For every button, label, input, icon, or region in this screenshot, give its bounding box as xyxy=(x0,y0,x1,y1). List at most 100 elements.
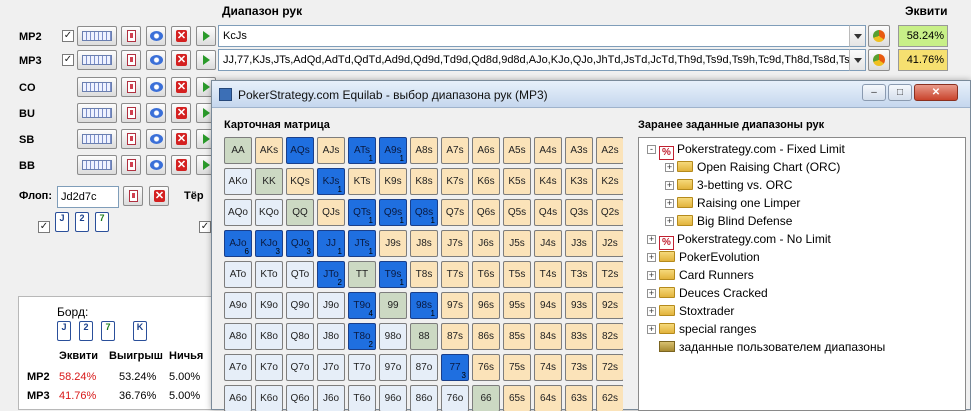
hand-cell[interactable]: Q6o xyxy=(286,385,314,411)
single-card-button[interactable] xyxy=(121,103,141,123)
hand-cell[interactable]: Q9o xyxy=(286,292,314,319)
hand-cell[interactable]: JTs 1 xyxy=(348,230,376,257)
hand-cell[interactable]: Q6s xyxy=(472,199,500,226)
tree-item[interactable]: PokerEvolution xyxy=(659,249,760,266)
tree-expander[interactable]: + xyxy=(647,289,656,298)
hand-cell[interactable]: A4s xyxy=(534,137,562,164)
hand-cell[interactable]: K4s xyxy=(534,168,562,195)
hand-cell[interactable]: 82s xyxy=(596,323,623,350)
hand-cell[interactable]: 66 xyxy=(472,385,500,411)
hand-cell[interactable]: J7o xyxy=(317,354,345,381)
hand-cell[interactable]: Q3s xyxy=(565,199,593,226)
hand-cell[interactable]: 72s xyxy=(596,354,623,381)
hand-cell[interactable]: Q2s xyxy=(596,199,623,226)
flop-clear-button[interactable]: ✕ xyxy=(149,186,169,206)
tree-item[interactable]: Open Raising Chart (ORC) xyxy=(677,159,840,176)
flop-input[interactable]: Jd2d7c xyxy=(57,186,119,208)
equity-chart-button[interactable] xyxy=(868,25,890,47)
random-hand-button[interactable] xyxy=(146,129,166,149)
hand-cell[interactable]: K8o xyxy=(255,323,283,350)
clear-button[interactable]: ✕ xyxy=(171,103,191,123)
hand-cell[interactable]: 97o xyxy=(379,354,407,381)
card-selector-button[interactable] xyxy=(77,50,117,70)
hand-cell[interactable]: 64s xyxy=(534,385,562,411)
hand-cell[interactable]: 94s xyxy=(534,292,562,319)
hand-cell[interactable]: J6o xyxy=(317,385,345,411)
hand-cell[interactable]: KQo xyxy=(255,199,283,226)
hand-cell[interactable]: 93s xyxy=(565,292,593,319)
hand-cell[interactable]: K9s xyxy=(379,168,407,195)
hand-cell[interactable]: J9o xyxy=(317,292,345,319)
hand-cell[interactable]: T8o 2 xyxy=(348,323,376,350)
hand-cell[interactable]: JJ 1 xyxy=(317,230,345,257)
player-checkbox[interactable]: ✓ xyxy=(62,30,74,42)
random-hand-button[interactable] xyxy=(146,50,166,70)
hand-cell[interactable]: J3s xyxy=(565,230,593,257)
hand-cell[interactable]: KTo xyxy=(255,261,283,288)
hand-cell[interactable]: A6o xyxy=(224,385,252,411)
tree-expander[interactable]: + xyxy=(647,235,656,244)
hand-cell[interactable]: J4s xyxy=(534,230,562,257)
hand-cell[interactable]: QQ xyxy=(286,199,314,226)
hand-cell[interactable]: A8o xyxy=(224,323,252,350)
hand-cell[interactable]: A2s xyxy=(596,137,623,164)
tree-item[interactable]: % Pokerstrategy.com - No Limit xyxy=(659,231,831,250)
hand-cell[interactable]: 99 xyxy=(379,292,407,319)
hand-cell[interactable]: KJo 3 xyxy=(255,230,283,257)
hand-cell[interactable]: Q7o xyxy=(286,354,314,381)
hand-cell[interactable]: J7s xyxy=(441,230,469,257)
random-hand-button[interactable] xyxy=(146,155,166,175)
hand-cell[interactable]: 95s xyxy=(503,292,531,319)
hand-cell[interactable]: J6s xyxy=(472,230,500,257)
hand-cell[interactable]: A6s xyxy=(472,137,500,164)
hand-cell[interactable]: T3s xyxy=(565,261,593,288)
tree-item[interactable]: Big Blind Defense xyxy=(677,213,792,230)
hand-cell[interactable]: 87o xyxy=(410,354,438,381)
hand-cell[interactable]: T6o xyxy=(348,385,376,411)
hand-cell[interactable]: 96s xyxy=(472,292,500,319)
tree-expander[interactable]: + xyxy=(647,307,656,316)
hand-cell[interactable]: K6s xyxy=(472,168,500,195)
hand-cell[interactable]: T9s 1 xyxy=(379,261,407,288)
hand-cell[interactable]: 87s xyxy=(441,323,469,350)
hand-cell[interactable]: K6o xyxy=(255,385,283,411)
hand-cell[interactable]: 76o xyxy=(441,385,469,411)
close-button[interactable]: ✕ xyxy=(914,84,958,101)
hand-cell[interactable]: 85s xyxy=(503,323,531,350)
range-input[interactable]: JJ,77,KJs,JTs,AdQd,AdTd,QdTd,Ad9d,Qd9d,T… xyxy=(218,49,850,71)
card-selector-button[interactable] xyxy=(77,129,117,149)
hand-cell[interactable]: Q5s xyxy=(503,199,531,226)
hand-cell[interactable]: JTo 2 xyxy=(317,261,345,288)
hand-cell[interactable]: K7o xyxy=(255,354,283,381)
player-checkbox[interactable]: ✓ xyxy=(62,54,74,66)
tree-item[interactable]: Stoxtrader xyxy=(659,303,734,320)
hand-cell[interactable]: Q7s xyxy=(441,199,469,226)
random-hand-button[interactable] xyxy=(146,103,166,123)
hand-cell[interactable]: 76s xyxy=(472,354,500,381)
hand-cell[interactable]: AA xyxy=(224,137,252,164)
hand-cell[interactable]: A3s xyxy=(565,137,593,164)
tree-item[interactable]: Deuces Cracked xyxy=(659,285,768,302)
hand-cell[interactable]: K2s xyxy=(596,168,623,195)
hand-cell[interactable]: K8s xyxy=(410,168,438,195)
single-card-button[interactable] xyxy=(121,26,141,46)
hand-cell[interactable]: T7s xyxy=(441,261,469,288)
hand-cell[interactable]: KK xyxy=(255,168,283,195)
single-card-button[interactable] xyxy=(121,77,141,97)
hand-cell[interactable]: QTs 1 xyxy=(348,199,376,226)
hand-cell[interactable]: K3s xyxy=(565,168,593,195)
tree-expander[interactable]: + xyxy=(665,217,674,226)
hand-cell[interactable]: QJs xyxy=(317,199,345,226)
hand-cell[interactable]: 77 3 xyxy=(441,354,469,381)
hand-cell[interactable]: A5s xyxy=(503,137,531,164)
hand-cell[interactable]: TT xyxy=(348,261,376,288)
hand-cell[interactable]: Q9s 1 xyxy=(379,199,407,226)
range-dropdown-button[interactable] xyxy=(849,49,866,71)
hand-cell[interactable]: AQo xyxy=(224,199,252,226)
hand-cell[interactable]: A9o xyxy=(224,292,252,319)
minimize-button[interactable]: – xyxy=(862,84,886,101)
clear-button[interactable]: ✕ xyxy=(171,26,191,46)
equity-chart-button[interactable] xyxy=(868,49,890,71)
tree-item[interactable]: % Pokerstrategy.com - Fixed Limit xyxy=(659,141,845,160)
single-card-button[interactable] xyxy=(121,129,141,149)
